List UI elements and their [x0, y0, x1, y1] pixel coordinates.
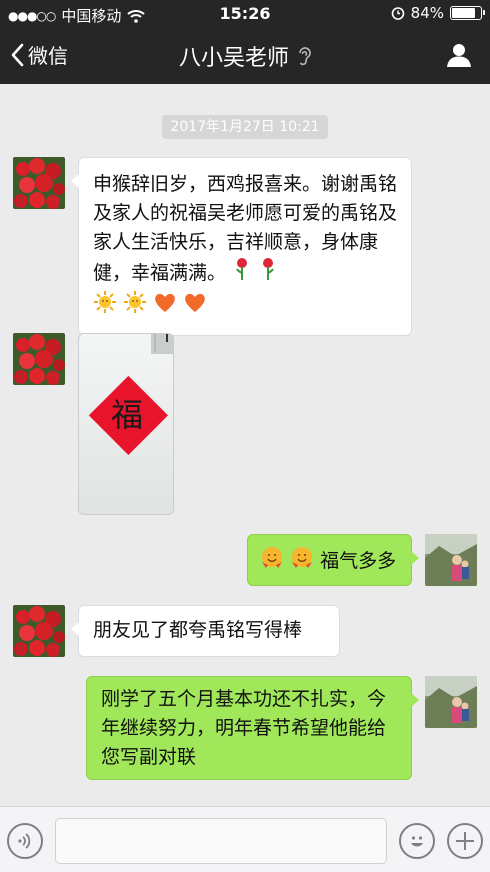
heart-emoji-icon [183, 291, 207, 322]
input-bar [0, 806, 490, 872]
chat-title: 八小吴老师 [0, 40, 490, 72]
fu-character: 福 [111, 396, 143, 434]
fortune-emoji-icon [290, 545, 314, 578]
chat-title-text: 八小吴老师 [178, 46, 289, 71]
my-avatar[interactable] [425, 676, 477, 728]
message-timestamp: 2017年1月27日 10:21 [162, 115, 328, 139]
status-bar: ●●●○○ 中国移动 15:26 84% [0, 0, 490, 28]
my-avatar[interactable] [425, 534, 477, 586]
fu-character-photo: 福 [88, 334, 173, 456]
message-text: 福气多多 [320, 550, 397, 572]
message-bubble-outgoing[interactable]: 刚学了五个月基本功还不扎实，今年继续努力，明年春节希望他能给您写副对联 [86, 676, 419, 780]
battery-icon [450, 6, 485, 20]
message-text: 朋友见了都夸禹铭写得棒 [93, 619, 303, 641]
sun-emoji-icon [93, 290, 117, 323]
flower-avatar-icon [13, 605, 65, 657]
photo-avatar-icon [425, 534, 477, 586]
battery-fill [452, 8, 475, 18]
flower-avatar-icon [13, 157, 65, 209]
voice-button[interactable] [7, 823, 43, 859]
contact-avatar[interactable] [13, 333, 65, 385]
rose-emoji-icon [258, 257, 278, 290]
image-message[interactable]: 福 [78, 333, 174, 515]
rose-emoji-icon [232, 257, 252, 290]
person-icon [447, 44, 471, 67]
more-button[interactable] [447, 823, 483, 859]
message-input[interactable] [55, 818, 387, 864]
smiley-icon [411, 836, 423, 847]
message-bubble-outgoing[interactable]: 福气多多 [247, 534, 419, 586]
voice-icon [18, 833, 31, 849]
fortune-emoji-icon [260, 545, 284, 578]
message-text: 刚学了五个月基本功还不扎实，今年继续努力，明年春节希望他能给您写副对联 [101, 688, 387, 768]
emoji-button[interactable] [399, 823, 435, 859]
earpiece-mode-icon [299, 47, 311, 66]
contact-avatar[interactable] [13, 605, 65, 657]
heart-emoji-icon [153, 291, 177, 322]
plus-icon [456, 832, 474, 850]
status-right: 84% [391, 4, 485, 22]
message-bubble-incoming[interactable]: 申猴辞旧岁，西鸡报喜来。谢谢禹铭及家人的祝福吴老师愿可爱的禹铭及家人生活快乐，吉… [71, 157, 412, 336]
battery-percent: 84% [410, 4, 444, 22]
flower-avatar-icon [13, 333, 65, 385]
photo-avatar-icon [425, 676, 477, 728]
profile-button[interactable] [446, 42, 472, 72]
nav-bar: 微信 八小吴老师 [0, 28, 490, 84]
sun-emoji-icon [123, 290, 147, 323]
alarm-icon [391, 7, 404, 20]
message-bubble-incoming[interactable]: 朋友见了都夸禹铭写得棒 [71, 605, 340, 657]
contact-avatar[interactable] [13, 157, 65, 209]
